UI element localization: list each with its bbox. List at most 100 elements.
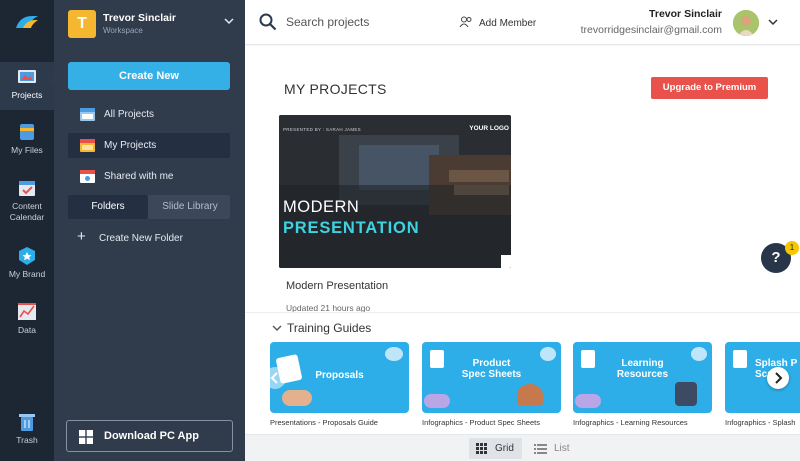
nav-my-projects[interactable]: My Projects (68, 133, 230, 158)
presentation-thumbnail-image (279, 115, 511, 268)
shape-decoration (575, 394, 601, 408)
add-member-button[interactable]: Add Member (459, 16, 536, 29)
nav-all-projects[interactable]: All Projects (68, 102, 230, 127)
rail-my-brand[interactable]: My Brand (0, 246, 54, 280)
rail-label: Content Calendar (9, 201, 45, 222)
hand-illustration (675, 382, 697, 406)
shared-icon (80, 170, 95, 183)
search-icon (259, 13, 277, 31)
grid-label: Grid (495, 443, 514, 454)
chevron-down-icon (272, 325, 282, 331)
rail-projects[interactable]: Projects (0, 62, 54, 110)
rail-label: My Files (11, 145, 43, 155)
new-folder-label: Create New Folder (99, 233, 183, 244)
project-title[interactable]: Modern Presentation (286, 280, 388, 292)
user-avatar-image (733, 10, 759, 36)
guide-caption: Presentations - Proposals Guide (270, 418, 378, 427)
chevron-down-icon (224, 18, 234, 25)
rail-trash[interactable]: Trash (0, 412, 54, 446)
download-label: Download PC App (104, 430, 199, 442)
icon-rail: Projects My Files Content Calendar My Br… (0, 0, 54, 461)
list-icon (534, 444, 547, 454)
nav-label: All Projects (104, 109, 155, 120)
rail-label: My Brand (8, 269, 46, 279)
bubble-icon (385, 347, 403, 361)
grid-icon (476, 443, 487, 454)
thumbnail-logo: YOUR LOGO (469, 125, 509, 132)
guide-card-product-spec[interactable]: Product Spec Sheets (422, 342, 561, 413)
document-icon (733, 350, 747, 368)
plus-icon: + (77, 228, 86, 245)
download-pc-app-button[interactable]: Download PC App (66, 420, 233, 452)
search-input[interactable]: Search projects (286, 15, 369, 29)
workspace-switcher[interactable]: T Trevor Sinclair Workspace (68, 9, 236, 39)
user-email: trevorridgesinclair@gmail.com (580, 24, 722, 36)
page-title: MY PROJECTS (284, 81, 387, 97)
thumbnail-line2: PRESENTATION (283, 219, 420, 237)
workspace-avatar: T (68, 10, 96, 38)
files-icon (20, 124, 34, 140)
add-member-label: Add Member (479, 18, 537, 29)
carousel-next-button[interactable] (767, 367, 789, 389)
project-updated: Updated 21 hours ago (286, 303, 371, 312)
create-new-folder-button[interactable]: + Create New Folder (68, 228, 183, 245)
guide-title: Proposals (315, 370, 364, 381)
rail-label: Data (18, 325, 36, 335)
data-icon (18, 303, 36, 320)
nav-label: My Projects (104, 140, 157, 151)
add-user-icon (459, 16, 472, 28)
grid-view-button[interactable]: Grid (469, 438, 522, 459)
shape-decoration (424, 394, 450, 408)
hand-illustration (517, 384, 543, 406)
project-thumbnail[interactable]: PRESENTED BY : SARAH JAMES YOUR LOGO MOD… (279, 115, 511, 268)
notification-badge: 1 (785, 241, 799, 255)
rail-content-calendar[interactable]: Content Calendar (0, 178, 54, 223)
projects-area: MY PROJECTS Upgrade to Premium PRESENTED… (245, 46, 800, 312)
rail-label: Projects (11, 90, 43, 100)
folder-slide-toggle: Folders Slide Library (68, 195, 230, 219)
create-new-button[interactable]: Create New (68, 62, 230, 90)
guide-card-proposals[interactable]: Proposals (270, 342, 409, 413)
rail-data[interactable]: Data (0, 302, 54, 336)
tab-folders[interactable]: Folders (68, 195, 148, 219)
list-view-button[interactable]: List (532, 438, 570, 459)
rail-my-files[interactable]: My Files (0, 122, 54, 156)
search-bar[interactable]: Search projects (259, 12, 439, 32)
side-panel: T Trevor Sinclair Workspace Create New A… (54, 0, 245, 461)
guide-title: Learning Resources (616, 358, 669, 380)
hand-illustration (282, 390, 312, 406)
all-projects-icon (80, 108, 95, 121)
training-guides-toggle[interactable]: Training Guides (272, 321, 371, 335)
thumbnail-presenter: PRESENTED BY : SARAH JAMES (283, 127, 361, 132)
thumbnail-line1: MODERN (283, 198, 360, 216)
guide-title: Product Spec Sheets (461, 358, 522, 380)
rail-label: Trash (16, 435, 38, 445)
brand-icon (19, 247, 35, 265)
view-toggle-bar: Grid List (245, 434, 800, 461)
tab-slide-library[interactable]: Slide Library (150, 195, 230, 219)
windows-icon (79, 430, 93, 444)
workspace-name: Trevor Sinclair (103, 12, 176, 24)
upgrade-button[interactable]: Upgrade to Premium (651, 77, 768, 99)
chevron-down-icon[interactable] (768, 17, 778, 27)
guide-caption: Infographics - Splash (725, 418, 796, 427)
chevron-right-icon (775, 372, 783, 384)
nav-label: Shared with me (104, 171, 174, 182)
carousel-prev-button[interactable] (264, 367, 286, 389)
training-guides: Training Guides Proposals Presentations … (245, 312, 800, 434)
user-name[interactable]: Trevor Sinclair (649, 8, 722, 20)
avatar[interactable] (733, 10, 759, 36)
workspace-subtitle: Workspace (103, 26, 143, 35)
chevron-left-icon (270, 372, 278, 384)
guide-caption: Infographics - Learning Resources (573, 418, 688, 427)
list-label: List (554, 443, 570, 454)
top-bar: Search projects Add Member Trevor Sincla… (245, 0, 800, 45)
guide-card-learning[interactable]: Learning Resources (573, 342, 712, 413)
trash-icon (19, 414, 35, 431)
app-logo[interactable] (14, 12, 40, 32)
nav-shared-with-me[interactable]: Shared with me (68, 164, 230, 189)
guide-caption: Infographics - Product Spec Sheets (422, 418, 540, 427)
training-heading: Training Guides (287, 321, 372, 335)
projects-icon (18, 70, 36, 83)
calendar-icon (19, 181, 35, 196)
